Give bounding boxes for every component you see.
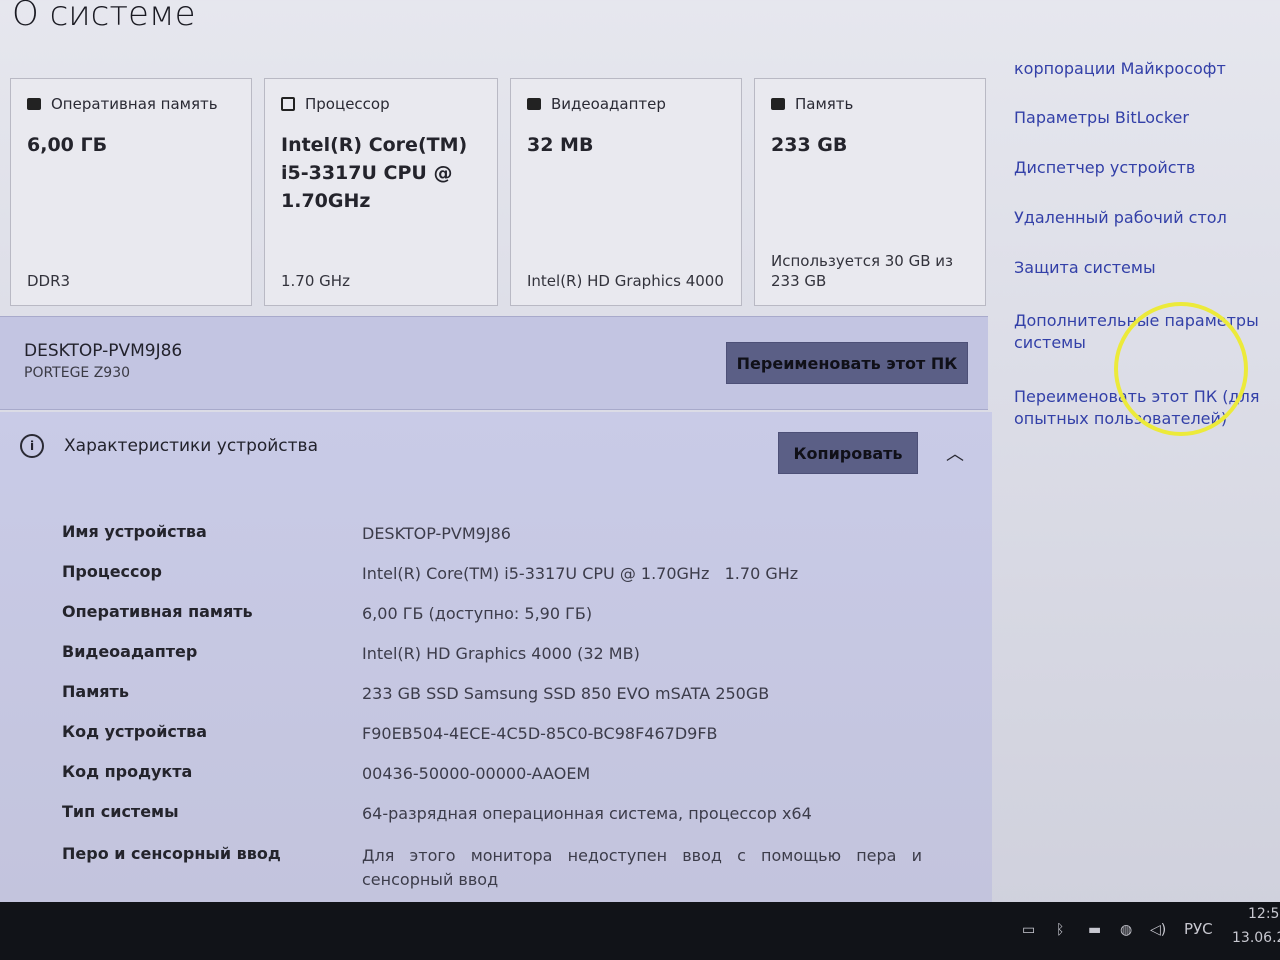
taskbar: ▭ ᛒ ▬ ◍ ◁) РУС 12:5 13.06.2 (0, 902, 1280, 960)
spec-label: Тип системы (62, 802, 179, 821)
spec-row-pen-touch: Перо и сенсорный ввод Для этого монитора… (0, 844, 992, 900)
clock-date[interactable]: 13.06.2 (1232, 930, 1280, 946)
ram-card: Оперативная память 6,00 ГБ DDR3 (10, 78, 252, 306)
spec-value: Для этого монитора недоступен ввод с пом… (362, 846, 922, 889)
spec-row-storage: Память 233 GB SSD Samsung SSD 850 EVO mS… (0, 682, 992, 714)
volume-icon[interactable]: ◁) (1150, 922, 1168, 938)
ram-card-value: 6,00 ГБ (27, 134, 108, 156)
spec-row-product-id: Код продукта 00436-50000-00000-AAOEM (0, 762, 992, 794)
clock-time[interactable]: 12:5 (1248, 906, 1279, 922)
ram-card-label: Оперативная память (51, 95, 218, 113)
spec-row-ram: Оперативная память 6,00 ГБ (доступно: 5,… (0, 602, 992, 634)
ram-icon (27, 98, 41, 110)
storage-card-value: 233 GB (771, 134, 848, 156)
spec-value: 6,00 ГБ (доступно: 5,90 ГБ) (362, 604, 593, 623)
gpu-card: Видеоадаптер 32 MB Intel(R) HD Graphics … (510, 78, 742, 306)
spec-value: 233 GB SSD Samsung SSD 850 EVO mSATA 250… (362, 684, 770, 703)
cpu-card-label: Процессор (305, 95, 390, 113)
cursor-highlight-ring (1114, 302, 1248, 436)
spec-label: Процессор (62, 562, 162, 581)
spec-label: Память (62, 682, 129, 701)
info-icon: i (20, 434, 44, 458)
sidebar-link-bitlocker[interactable]: Параметры BitLocker (1014, 107, 1264, 129)
gpu-card-foot: Intel(R) HD Graphics 4000 (527, 272, 724, 290)
spec-label: Код продукта (62, 762, 193, 781)
spec-row-gpu: Видеоадаптер Intel(R) HD Graphics 4000 (… (0, 642, 992, 674)
sidebar-link-system-protection[interactable]: Защита системы (1014, 257, 1264, 279)
bluetooth-icon[interactable]: ᛒ (1056, 922, 1074, 938)
spec-label: Код устройства (62, 722, 208, 741)
storage-card: Память 233 GB Используется 30 GB из 233 … (754, 78, 986, 306)
spec-row-processor: Процессор Intel(R) Core(TM) i5-3317U CPU… (0, 562, 992, 594)
storage-card-foot: Используется 30 GB из 233 GB (771, 252, 953, 290)
page-title: О системе (12, 0, 196, 34)
storage-icon (771, 98, 785, 110)
cpu-card-foot: 1.70 GHz (281, 272, 350, 290)
spec-label: Оперативная память (62, 602, 253, 621)
gpu-icon (527, 98, 541, 110)
pc-name: DESKTOP-PVM9J86 (24, 341, 183, 361)
language-indicator[interactable]: РУС (1184, 920, 1213, 938)
spec-label: Имя устройства (62, 522, 207, 541)
chevron-up-icon[interactable]: ︿ (946, 440, 964, 466)
spec-row-system-type: Тип системы 64-разрядная операционная си… (0, 802, 992, 834)
spec-value: DESKTOP-PVM9J86 (362, 524, 511, 543)
battery-icon[interactable]: ▬ (1088, 922, 1106, 938)
gpu-card-value: 32 MB (527, 134, 594, 156)
specs-heading: Характеристики устройства (64, 436, 318, 456)
cpu-icon (281, 97, 295, 111)
spec-label: Перо и сенсорный ввод (62, 844, 281, 863)
network-icon[interactable]: ▭ (1022, 922, 1040, 938)
spec-value: Intel(R) HD Graphics 4000 (32 MB) (362, 644, 640, 663)
spec-value: 64-разрядная операционная система, проце… (362, 804, 812, 823)
storage-card-label: Память (795, 95, 854, 113)
cpu-card: Процессор Intel(R) Core(TM) i5-3317U CPU… (264, 78, 498, 306)
ram-card-foot: DDR3 (27, 272, 71, 290)
spec-value: F90EB504-4ECE-4C5D-85C0-BC98F467D9FB (362, 724, 718, 743)
copy-button[interactable]: Копировать (778, 432, 918, 474)
sidebar-link-microsoft[interactable]: корпорации Майкрософт (1014, 58, 1264, 80)
gpu-card-label: Видеоадаптер (551, 95, 666, 113)
spec-value: 00436-50000-00000-AAOEM (362, 764, 591, 783)
sidebar-link-remote-desktop[interactable]: Удаленный рабочий стол (1014, 207, 1264, 229)
spec-value: Intel(R) Core(TM) i5-3317U CPU @ 1.70GHz… (362, 564, 799, 583)
rename-pc-button[interactable]: Переименовать этот ПК (726, 342, 968, 384)
cpu-card-value: Intel(R) Core(TM) i5-3317U CPU @ 1.70GHz (281, 134, 468, 212)
sidebar-link-device-manager[interactable]: Диспетчер устройств (1014, 157, 1264, 179)
spec-row-device-name: Имя устройства DESKTOP-PVM9J86 (0, 522, 992, 554)
pc-model: PORTEGE Z930 (24, 365, 131, 381)
spec-row-device-id: Код устройства F90EB504-4ECE-4C5D-85C0-B… (0, 722, 992, 754)
globe-icon[interactable]: ◍ (1120, 922, 1138, 938)
spec-label: Видеоадаптер (62, 642, 198, 661)
